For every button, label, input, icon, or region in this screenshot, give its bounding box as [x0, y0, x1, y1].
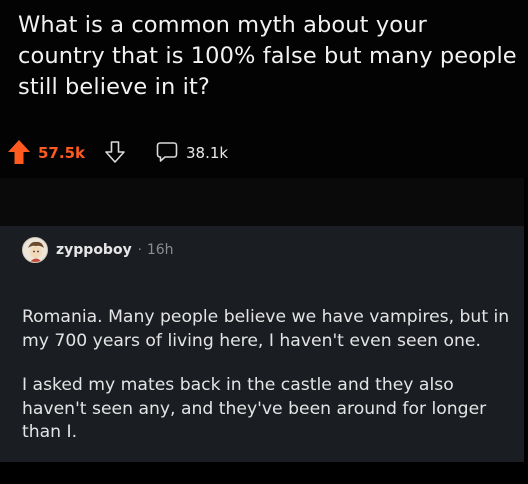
post-title[interactable]: What is a common myth about your country… [18, 10, 518, 103]
comment-paragraph: I asked my mates back in the castle and … [22, 375, 487, 442]
edge-margin [524, 178, 528, 484]
comment-username[interactable]: zyppoboy [56, 242, 132, 258]
comment-count[interactable]: 38.1k [186, 143, 228, 163]
comment-card: zyppoboy · 16h Romania. Many people beli… [0, 226, 524, 462]
comment-age: 16h [146, 242, 174, 258]
comment-body: Romania. Many people believe we have vam… [22, 306, 514, 466]
downvote-arrow-icon[interactable] [104, 140, 126, 164]
bottom-margin [0, 462, 528, 484]
post-action-bar: 57.5k 38.1k [0, 136, 528, 170]
post-score: 57.5k [38, 144, 85, 162]
comment-bubble-icon[interactable] [156, 141, 178, 163]
comment-header: zyppoboy · 16h [22, 236, 174, 264]
post-card: What is a common myth about your country… [0, 0, 528, 178]
avatar-icon[interactable] [22, 237, 48, 263]
upvote-arrow-icon[interactable] [7, 139, 31, 165]
meta-separator: · [137, 242, 142, 258]
comment-paragraph: Romania. Many people believe we have vam… [22, 307, 510, 351]
divider [0, 178, 528, 226]
